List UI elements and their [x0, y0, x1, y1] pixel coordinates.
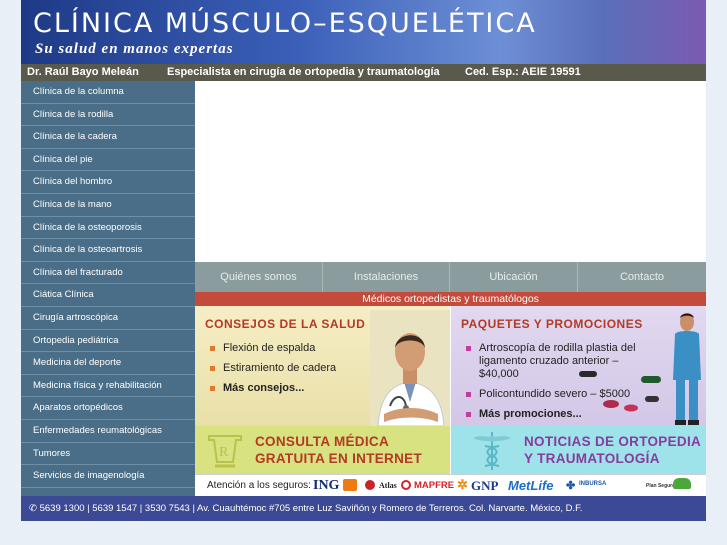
sidebar-item-mano[interactable]: Clínica de la mano: [21, 194, 195, 217]
sidebar-item-hombro[interactable]: Clínica del hombro: [21, 171, 195, 194]
list-item[interactable]: Estiramiento de cadera: [207, 362, 357, 375]
nav-ubicacion[interactable]: Ubicación: [450, 262, 578, 292]
sidebar-item-ciatica[interactable]: Ciática Clínica: [21, 284, 195, 307]
inbursa-logo[interactable]: INBURSA: [579, 481, 606, 487]
doctor-specialty: Especialista en cirugía de ortopedia y t…: [167, 66, 440, 78]
nav-quienes-somos[interactable]: Quiénes somos: [195, 262, 323, 292]
page-frame: CLÍNICA MÚSCULO–ESQUELÉTICA Su salud en …: [21, 0, 706, 521]
sidebar-item-aparatos[interactable]: Aparatos ortopédicos: [21, 397, 195, 420]
consejos-list: Flexión de espalda Estiramiento de cader…: [207, 342, 357, 402]
mapfre-icon: [401, 480, 411, 490]
pills-image: [579, 371, 661, 412]
site-title: CLÍNICA MÚSCULO–ESQUELÉTICA: [33, 8, 537, 39]
sidebar-item-fracturado[interactable]: Clínica del fracturado: [21, 262, 195, 285]
nav-contacto[interactable]: Contacto: [578, 262, 706, 292]
sidebar-item-osteoporosis[interactable]: Clínica de la osteoporosis: [21, 217, 195, 240]
main-content: Quiénes somos Instalaciones Ubicación Co…: [195, 81, 706, 497]
paquetes-title: PAQUETES Y PROMOCIONES: [461, 317, 643, 331]
caduceus-icon: [473, 432, 511, 470]
footer-contact: ✆ 5639 1300 | 5639 1547 | 3530 7543 | Av…: [21, 496, 706, 521]
atlas-icon: [365, 480, 375, 490]
insurance-label: Atención a los seguros:: [207, 480, 311, 491]
top-nav: Quiénes somos Instalaciones Ubicación Co…: [195, 262, 706, 292]
gnp-logo[interactable]: GNP: [471, 478, 498, 494]
more-consejos-link[interactable]: Más consejos...: [207, 382, 357, 395]
ing-lion-icon: [343, 479, 357, 491]
bullet-icon: [210, 366, 215, 371]
sidebar-menu: Clínica de la columna Clínica de la rodi…: [21, 81, 195, 496]
bullet-icon: [466, 412, 471, 417]
mapfre-logo[interactable]: MAPFRE: [414, 480, 454, 491]
paquetes-panel: PAQUETES Y PROMOCIONES Artroscopía de ro…: [451, 306, 706, 426]
list-item[interactable]: Flexión de espalda: [207, 342, 357, 355]
site-slogan: Su salud en manos expertas: [35, 41, 234, 57]
plan-seguro-logo[interactable]: Plan Seguro: [646, 483, 675, 489]
noticias-banner[interactable]: NOTICIAS DE ORTOPEDIA Y TRAUMATOLOGÍA: [451, 426, 706, 474]
noticias-line2: Y TRAUMATOLOGÍA: [524, 451, 660, 466]
license-number: Ced. Esp.: AEIE 19591: [465, 66, 581, 78]
consulta-line2: GRATUITA EN INTERNET: [255, 451, 422, 466]
consejos-title: CONSEJOS DE LA SALUD: [205, 317, 366, 331]
doctor-photo: [370, 310, 450, 426]
atlas-logo[interactable]: Atlas: [379, 481, 397, 490]
banner-area: [195, 81, 706, 262]
sidebar-item-columna[interactable]: Clínica de la columna: [21, 81, 195, 104]
doctor-info-bar: Dr. Raúl Bayo Meleán Especialista en cir…: [21, 64, 706, 81]
noticias-line1: NOTICIAS DE ORTOPEDIA: [524, 434, 702, 449]
sidebar-item-osteoartrosis[interactable]: Clínica de la osteoartrosis: [21, 239, 195, 262]
subtitle-bar: Médicos ortopedistas y traumatólogos: [195, 292, 706, 306]
sidebar-item-deporte[interactable]: Medicina del deporte: [21, 352, 195, 375]
svg-text:R: R: [219, 445, 229, 460]
sidebar-item-rehabilitacion[interactable]: Medicina física y rehabilitación: [21, 375, 195, 398]
sidebar-item-artroscopica[interactable]: Cirugía artroscópica: [21, 307, 195, 330]
ing-logo[interactable]: ING: [313, 478, 339, 494]
site-header: CLÍNICA MÚSCULO–ESQUELÉTICA Su salud en …: [21, 0, 706, 64]
nurse-photo: [673, 313, 701, 425]
gnp-sun-icon: ✲: [457, 477, 468, 492]
insurance-bar: Atención a los seguros: ING Atlas MAPFRE…: [195, 474, 706, 497]
bullet-icon: [210, 386, 215, 391]
inbursa-icon: ✤: [566, 480, 576, 492]
sidebar-item-reumatologicas[interactable]: Enfermedades reumatológicas: [21, 420, 195, 443]
sidebar-item-tumores[interactable]: Tumores: [21, 443, 195, 466]
sidebar-item-cadera[interactable]: Clínica de la cadera: [21, 126, 195, 149]
bullet-icon: [466, 392, 471, 397]
bullet-icon: [466, 346, 471, 351]
consulta-gratuita-banner[interactable]: R CONSULTA MÉDICA GRATUITA EN INTERNET: [195, 426, 450, 474]
mortar-pestle-icon: R: [208, 435, 242, 468]
consejos-panel: CONSEJOS DE LA SALUD Flexión de espalda …: [195, 306, 450, 426]
sidebar-item-pie[interactable]: Clínica del pie: [21, 149, 195, 172]
sidebar-item-imagenologia[interactable]: Servicios de imagenología: [21, 465, 195, 488]
consulta-line1: CONSULTA MÉDICA: [255, 434, 389, 449]
metlife-logo[interactable]: MetLife: [508, 478, 554, 493]
bullet-icon: [210, 346, 215, 351]
doctor-name: Dr. Raúl Bayo Meleán: [27, 66, 139, 78]
sidebar-item-rodilla[interactable]: Clínica de la rodilla: [21, 104, 195, 127]
plan-seguro-icon: [673, 478, 691, 489]
nav-instalaciones[interactable]: Instalaciones: [323, 262, 450, 292]
sidebar-item-pediatrica[interactable]: Ortopedia pediátrica: [21, 330, 195, 353]
